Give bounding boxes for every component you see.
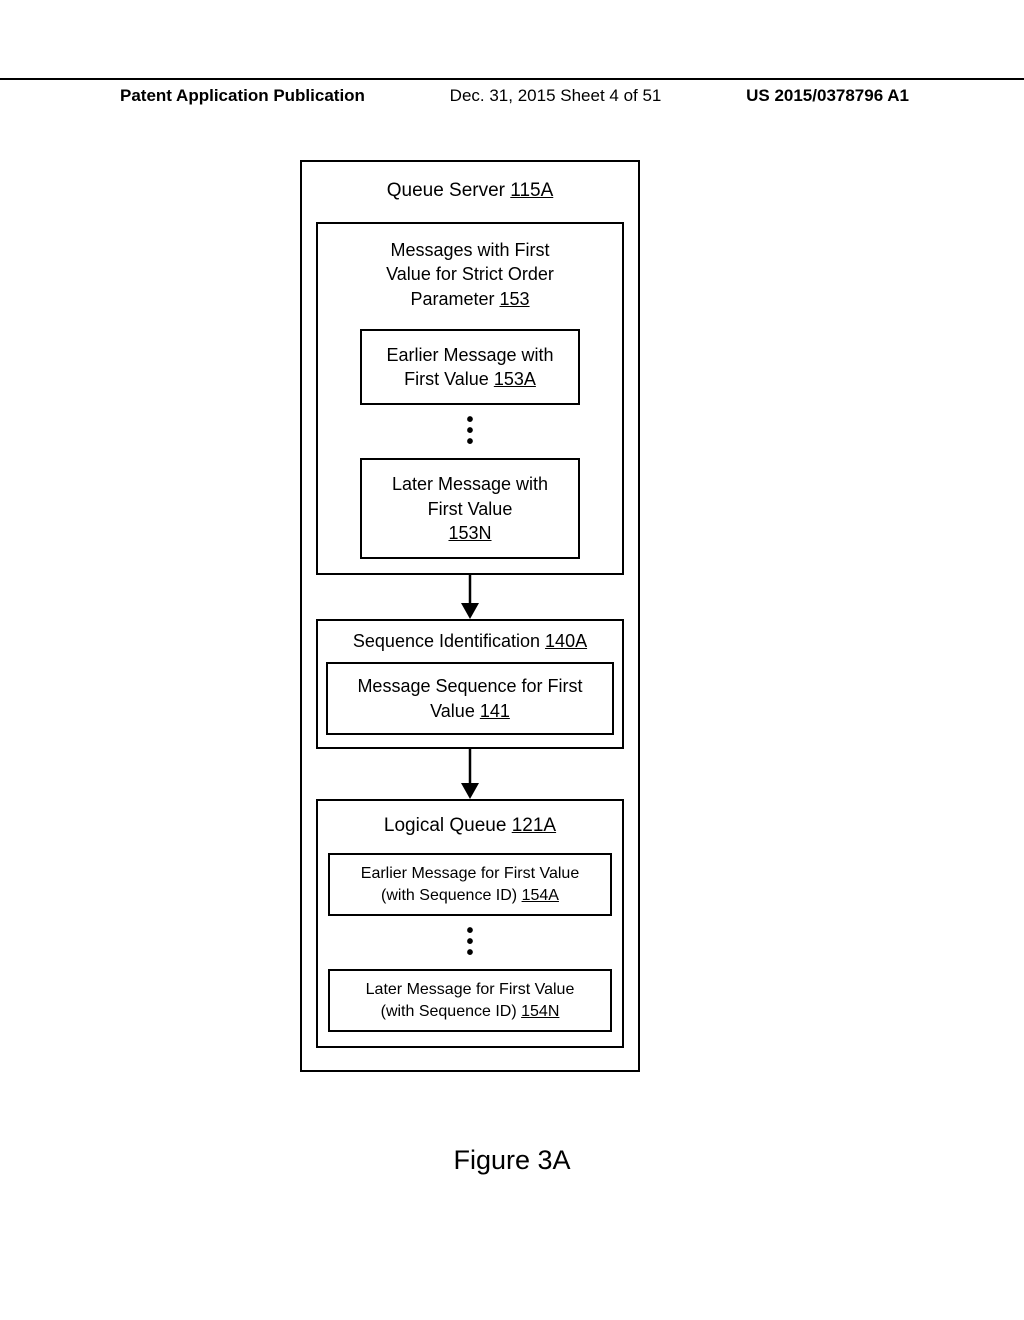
arrow-down-icon (455, 749, 485, 799)
header-mid: Dec. 31, 2015 Sheet 4 of 51 (450, 86, 662, 106)
queue-earlier-l2: (with Sequence ID) (381, 887, 522, 904)
earlier-message-l2: First Value (404, 369, 494, 389)
queue-earlier-l1: Earlier Message for First Value (361, 865, 579, 882)
queue-later-l1: Later Message for First Value (366, 981, 575, 998)
sequence-id-box: Sequence Identification 140A Message Seq… (316, 619, 624, 749)
queue-earlier-ref: 154A (522, 887, 559, 904)
message-sequence-l1: Message Sequence for First (357, 676, 582, 696)
queue-server-label: Queue Server (387, 180, 511, 201)
later-message-ref: 153N (448, 523, 491, 543)
arrow-down-icon (455, 575, 485, 619)
header-right: US 2015/0378796 A1 (746, 86, 909, 106)
queue-later-l2: (with Sequence ID) (381, 1003, 522, 1020)
sequence-id-ref: 140A (545, 631, 587, 651)
logical-queue-ref: 121A (512, 815, 556, 836)
diagram: Queue Server 115A Messages with First Va… (300, 160, 640, 1072)
messages-title-l1: Messages with First (390, 240, 549, 260)
ellipsis-icon: ••• (328, 916, 612, 969)
later-message-l1: Later Message with (392, 474, 548, 494)
messages-box: Messages with First Value for Strict Ord… (316, 222, 624, 575)
messages-title-l3: Parameter (410, 289, 499, 309)
queue-server-ref: 115A (510, 180, 553, 201)
ellipsis-icon: ••• (326, 405, 614, 458)
sequence-id-label: Sequence Identification (353, 631, 545, 651)
earlier-message-box: Earlier Message with First Value 153A (360, 329, 580, 406)
messages-box-title: Messages with First Value for Strict Ord… (326, 238, 614, 311)
sequence-id-title: Sequence Identification 140A (326, 631, 614, 652)
header-rule (0, 78, 1024, 80)
queue-later-box: Later Message for First Value (with Sequ… (328, 969, 612, 1032)
queue-server-title: Queue Server 115A (316, 180, 624, 202)
logical-queue-label: Logical Queue (384, 815, 512, 836)
queue-server-box: Queue Server 115A Messages with First Va… (300, 160, 640, 1072)
figure-label: Figure 3A (0, 1145, 1024, 1176)
later-message-box: Later Message with First Value 153N (360, 458, 580, 559)
message-sequence-l2: Value (430, 701, 480, 721)
logical-queue-box: Logical Queue 121A Earlier Message for F… (316, 799, 624, 1048)
message-sequence-box: Message Sequence for First Value 141 (326, 662, 614, 735)
messages-title-ref: 153 (500, 289, 530, 309)
header-left: Patent Application Publication (120, 86, 365, 106)
earlier-message-l1: Earlier Message with (386, 345, 553, 365)
queue-later-ref: 154N (521, 1003, 559, 1020)
message-sequence-ref: 141 (480, 701, 510, 721)
earlier-message-ref: 153A (494, 369, 536, 389)
messages-title-l2: Value for Strict Order (386, 264, 554, 284)
logical-queue-title: Logical Queue 121A (328, 815, 612, 837)
queue-earlier-box: Earlier Message for First Value (with Se… (328, 853, 612, 916)
later-message-l2: First Value (428, 499, 513, 519)
page-header: Patent Application Publication Dec. 31, … (0, 86, 1024, 106)
